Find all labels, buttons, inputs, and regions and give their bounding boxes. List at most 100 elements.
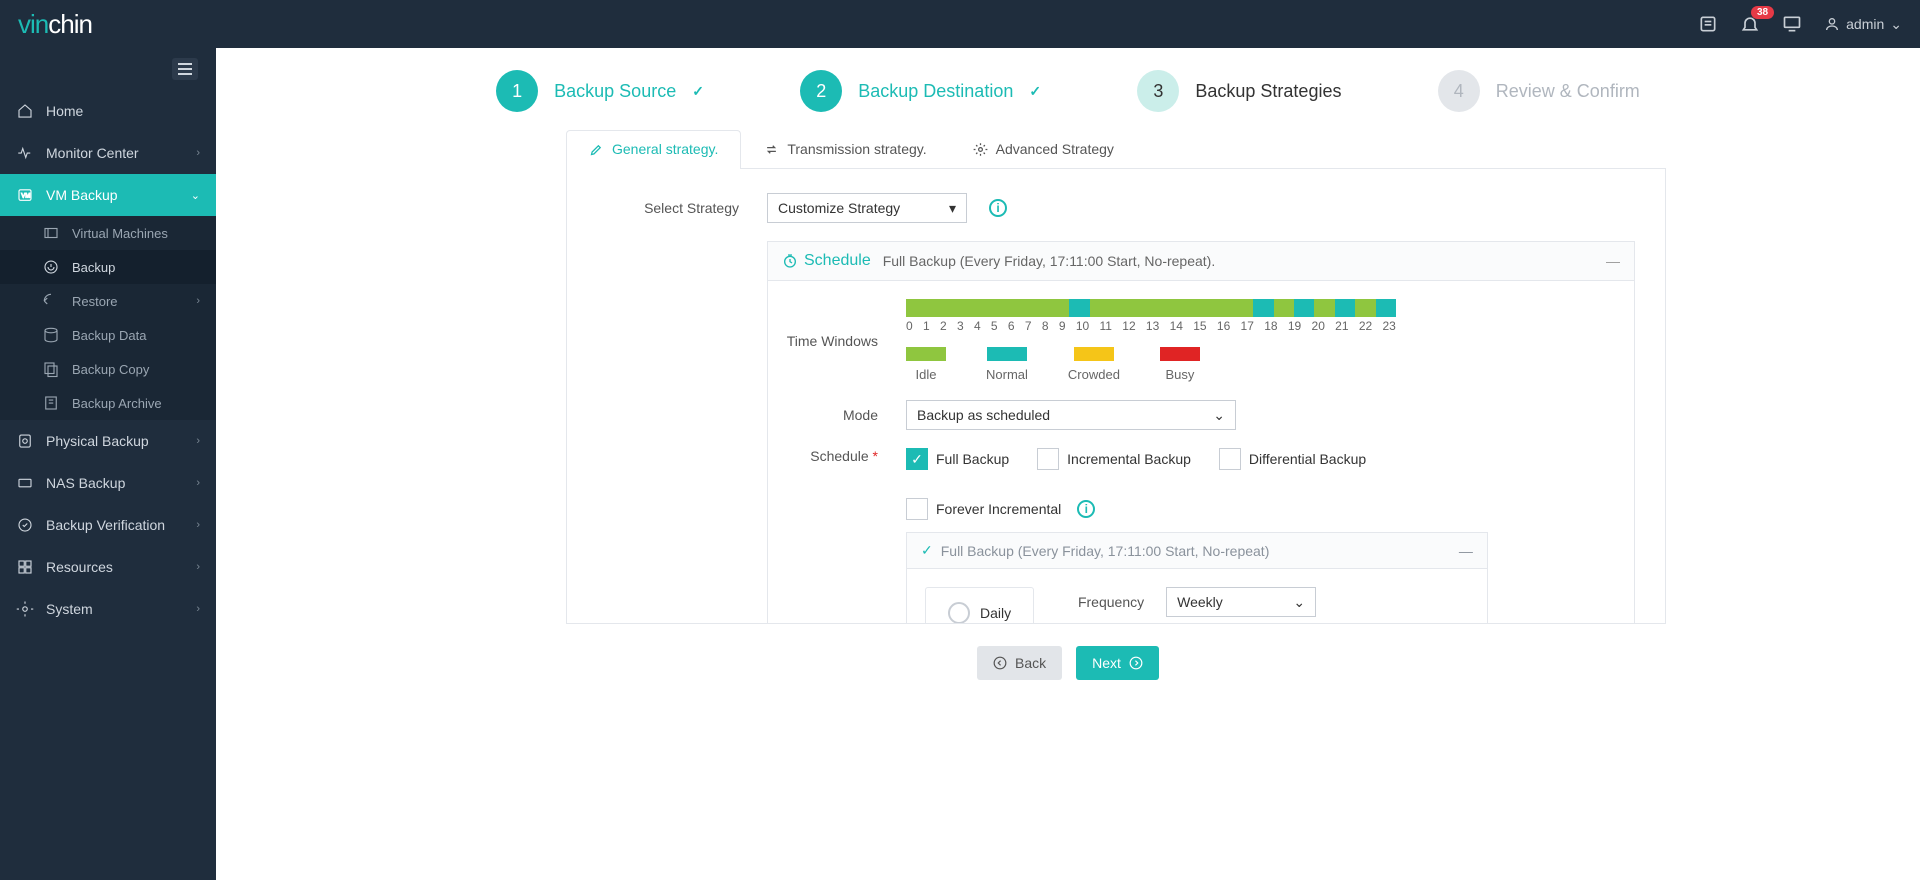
tab-label: Advanced Strategy — [996, 141, 1114, 157]
sidebar-sub-backup-copy[interactable]: Backup Copy — [0, 352, 216, 386]
sidebar-item-physical-backup[interactable]: Physical Backup› — [0, 420, 216, 462]
hour-label: 23 — [1382, 319, 1395, 333]
wizard-steps: 1Backup Source✓2Backup Destination✓3Back… — [448, 48, 1688, 130]
time-slot — [1192, 299, 1212, 317]
chevron-right-icon: › — [196, 147, 200, 159]
checkbox-forever-incremental[interactable]: Forever Incremental i — [906, 498, 1095, 520]
hour-label: 18 — [1264, 319, 1277, 333]
schedule-label: Schedule * — [786, 448, 906, 464]
chevron-right-icon: › — [196, 603, 200, 615]
full-backup-detail-card: ✓ Full Backup (Every Friday, 17:11:00 Sta… — [906, 532, 1488, 624]
time-slot — [1029, 299, 1049, 317]
hour-label: 6 — [1008, 319, 1015, 333]
legend-swatch — [906, 347, 946, 361]
checkbox-incremental[interactable]: Incremental Backup — [1037, 448, 1191, 470]
hour-label: 19 — [1288, 319, 1301, 333]
hour-label: 11 — [1100, 319, 1112, 333]
user-menu[interactable]: admin⌄ — [1824, 16, 1902, 33]
check-icon: ✓ — [921, 542, 933, 559]
checkbox-differential[interactable]: Differential Backup — [1219, 448, 1366, 470]
app-header: vinchin 38 admin⌄ — [0, 0, 1920, 48]
sidebar-toggle[interactable] — [172, 58, 198, 80]
legend-item: Idle — [906, 347, 946, 382]
nav-icon: VM — [16, 186, 34, 204]
tab-general[interactable]: General strategy. — [566, 130, 741, 169]
sidebar-item-monitor-center[interactable]: Monitor Center› — [0, 132, 216, 174]
hour-label: 8 — [1042, 319, 1049, 333]
monitor-icon[interactable] — [1782, 14, 1802, 34]
sidebar-item-system[interactable]: System› — [0, 588, 216, 630]
step-label: Backup Strategies — [1195, 81, 1341, 102]
check-icon: ✓ — [1029, 83, 1041, 100]
sidebar-item-backup-verification[interactable]: Backup Verification› — [0, 504, 216, 546]
time-slot — [1274, 299, 1294, 317]
next-button[interactable]: Next — [1076, 646, 1159, 680]
hour-label: 15 — [1193, 319, 1206, 333]
main-content: 1Backup Source✓2Backup Destination✓3Back… — [216, 48, 1920, 880]
gear-icon — [973, 142, 988, 157]
mode-label: Mode — [786, 407, 906, 423]
nav-icon — [16, 432, 34, 450]
time-slot — [1069, 299, 1089, 317]
sidebar: HomeMonitor Center›VMVM Backup⌄Virtual M… — [0, 48, 216, 880]
sidebar-sub-virtual-machines[interactable]: Virtual Machines — [0, 216, 216, 250]
tab-label: Transmission strategy. — [787, 141, 926, 157]
sidebar-sub-backup[interactable]: Backup — [0, 250, 216, 284]
time-slot — [967, 299, 987, 317]
nav-icon — [42, 292, 60, 310]
step-label: Backup Destination — [858, 81, 1013, 102]
mode-dropdown[interactable]: Backup as scheduled⌄ — [906, 400, 1236, 430]
time-slot — [906, 299, 926, 317]
chevron-right-icon: › — [196, 435, 200, 447]
nav-icon — [42, 326, 60, 344]
hour-label: 21 — [1335, 319, 1348, 333]
legend-item: Normal — [986, 347, 1028, 382]
time-slot — [1171, 299, 1191, 317]
sidebar-item-vm-backup[interactable]: VMVM Backup⌄ — [0, 174, 216, 216]
collapse-icon[interactable]: — — [1606, 253, 1620, 269]
hour-label: 16 — [1217, 319, 1230, 333]
hour-label: 10 — [1076, 319, 1089, 333]
nav-icon — [42, 224, 60, 242]
legend-swatch — [987, 347, 1027, 361]
sub-card-title: Full Backup (Every Friday, 17:11:00 Star… — [941, 543, 1270, 559]
hour-label: 5 — [991, 319, 998, 333]
nav-icon — [42, 258, 60, 276]
nav-icon — [42, 394, 60, 412]
time-slot — [1008, 299, 1028, 317]
bell-icon[interactable]: 38 — [1740, 14, 1760, 34]
svg-text:VM: VM — [21, 193, 30, 199]
sidebar-sub-backup-archive[interactable]: Backup Archive — [0, 386, 216, 420]
sidebar-sub-restore[interactable]: Restore› — [0, 284, 216, 318]
notification-badge: 38 — [1751, 6, 1774, 19]
list-icon[interactable] — [1698, 14, 1718, 34]
step-3[interactable]: 3Backup Strategies — [1137, 70, 1341, 112]
frequency-dropdown[interactable]: Weekly⌄ — [1166, 587, 1316, 617]
user-icon — [1824, 16, 1840, 32]
step-1[interactable]: 1Backup Source✓ — [496, 70, 704, 112]
collapse-icon[interactable]: — — [1459, 543, 1473, 559]
sidebar-item-home[interactable]: Home — [0, 90, 216, 132]
time-slot — [1294, 299, 1314, 317]
tab-advanced[interactable]: Advanced Strategy — [950, 130, 1137, 169]
time-legend: IdleNormalCrowdedBusy — [906, 347, 1396, 382]
hour-label: 7 — [1025, 319, 1032, 333]
info-icon[interactable]: i — [1077, 500, 1095, 518]
select-strategy-dropdown[interactable]: Customize Strategy▾ — [767, 193, 967, 223]
back-button[interactable]: Back — [977, 646, 1062, 680]
time-slot — [1049, 299, 1069, 317]
hour-label: 1 — [923, 319, 930, 333]
select-value: Backup as scheduled — [917, 407, 1050, 423]
logo: vinchin — [18, 9, 92, 40]
sidebar-sub-backup-data[interactable]: Backup Data — [0, 318, 216, 352]
sidebar-item-resources[interactable]: Resources› — [0, 546, 216, 588]
checkbox-full-backup[interactable]: ✓Full Backup — [906, 448, 1009, 470]
radio-daily[interactable]: Daily — [948, 602, 1011, 624]
logo-accent: vin — [18, 9, 48, 39]
logo-rest: chin — [48, 9, 92, 39]
step-2[interactable]: 2Backup Destination✓ — [800, 70, 1041, 112]
sidebar-item-nas-backup[interactable]: NAS Backup› — [0, 462, 216, 504]
tab-transmission[interactable]: Transmission strategy. — [741, 130, 949, 169]
info-icon[interactable]: i — [989, 199, 1007, 217]
time-slot — [1376, 299, 1396, 317]
